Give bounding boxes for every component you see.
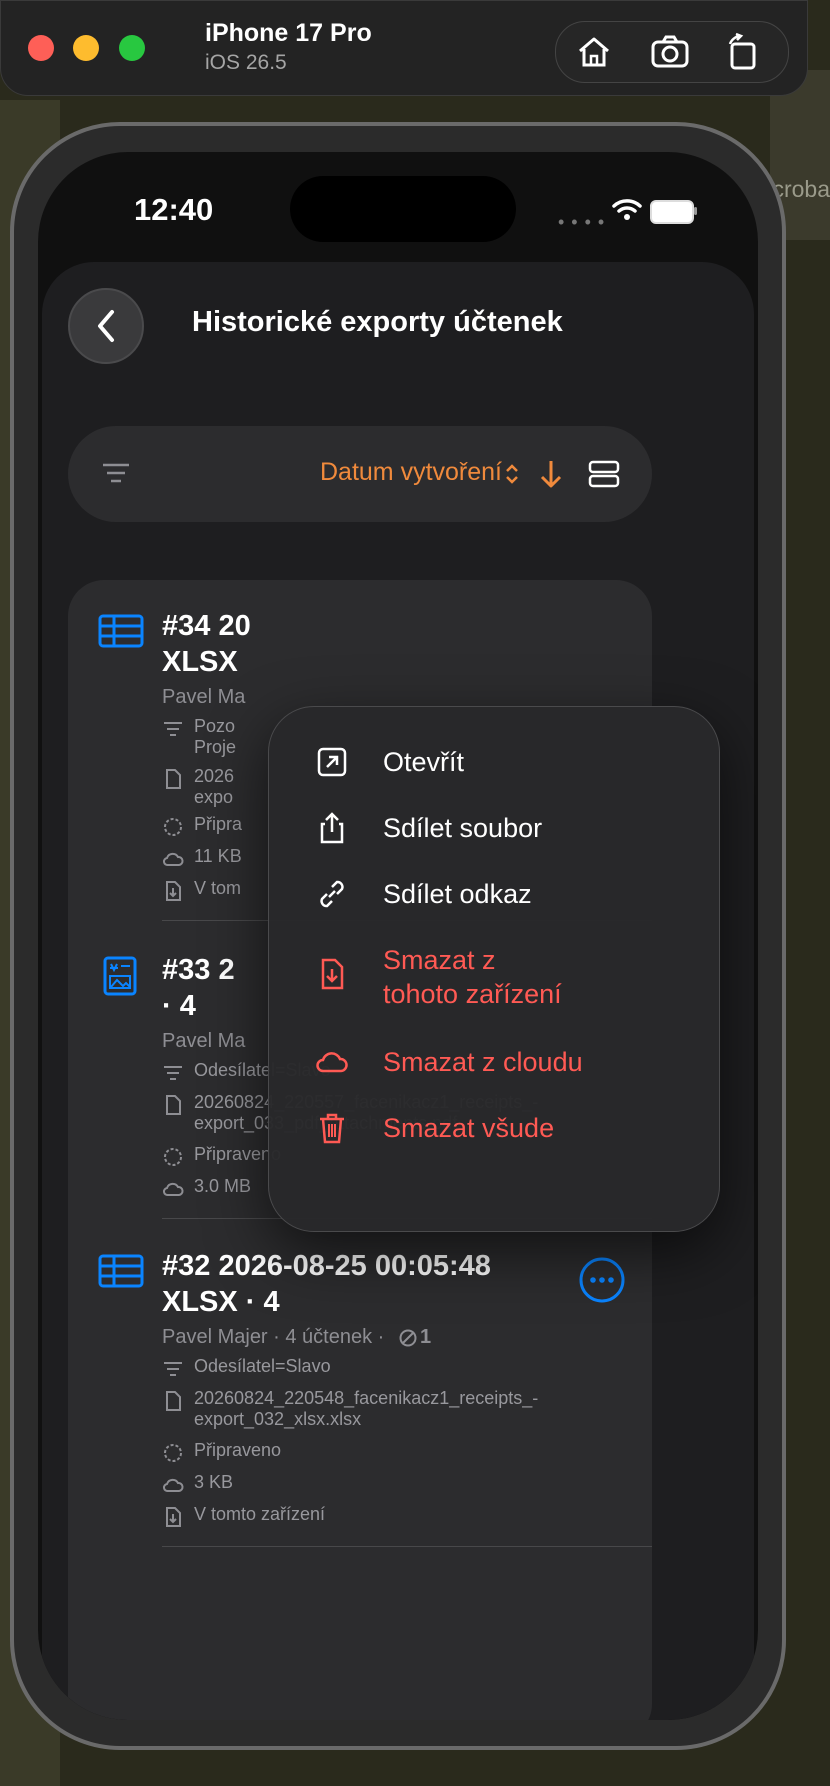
page-title: Historické exporty účtenek xyxy=(192,306,563,338)
export-status: Připra xyxy=(194,814,243,834)
attachment-count-icon xyxy=(399,1329,417,1347)
wifi-icon xyxy=(612,199,642,220)
menu-item-share-file[interactable]: Sdílet soubor xyxy=(269,797,719,863)
iphone-frame: 12:40 • • • • Historické exporty účtenek xyxy=(10,122,786,1750)
pdf-attachment-icon xyxy=(103,956,137,996)
export-title[interactable]: #33 2 xyxy=(162,952,235,988)
menu-item-label: Smazat z cloudu xyxy=(383,1047,583,1077)
filter-icon xyxy=(164,722,182,736)
export-filename-2: export_032_xlsx.xlsx xyxy=(194,1409,362,1429)
menu-item-label: Sdílet soubor xyxy=(383,813,543,843)
status-circle-icon xyxy=(164,818,182,836)
chevron-left-icon xyxy=(98,310,114,342)
export-filename: 2026 xyxy=(194,766,235,786)
iphone-screen: 12:40 • • • • Historické exporty účtenek xyxy=(38,152,758,1720)
export-filter-text: Odesílatel=Slavo xyxy=(194,1356,331,1376)
download-icon xyxy=(166,881,181,901)
export-size: 3.0 MB xyxy=(194,1176,252,1196)
menu-item-open[interactable]: Otevřít xyxy=(269,731,719,797)
menu-item-label-line2: tohoto zařízení xyxy=(383,979,562,1009)
document-icon xyxy=(166,769,181,789)
filter-menu-icon[interactable] xyxy=(102,462,130,484)
context-menu: Otevřít Sdílet soubor Sdílet odkaz Smaza… xyxy=(268,706,720,1232)
filter-icon xyxy=(164,1362,182,1376)
simulator-os-version: iOS 26.5 xyxy=(205,51,287,74)
export-title-format: XLSX · 4 xyxy=(162,1286,280,1318)
trash-icon xyxy=(320,1113,344,1144)
export-size: 3 KB xyxy=(194,1472,234,1492)
export-location: V tom xyxy=(194,878,242,898)
status-circle-icon xyxy=(164,1444,182,1462)
export-status: Připraveno xyxy=(194,1440,282,1460)
battery-icon xyxy=(650,200,694,224)
link-icon xyxy=(320,880,344,908)
cellular-signal-icon: • • • • xyxy=(558,212,606,232)
window-close-button[interactable] xyxy=(28,35,54,61)
document-icon xyxy=(166,1095,181,1115)
rotate-icon[interactable] xyxy=(722,32,762,72)
simulator-toolbar xyxy=(555,21,789,83)
filter-icon xyxy=(164,1066,182,1080)
cloud-icon xyxy=(163,852,184,866)
menu-item-label: Smazat z xyxy=(383,945,496,975)
export-meta: Pavel Ma xyxy=(162,1030,246,1052)
sort-toolbar: Datum vytvoření xyxy=(68,426,652,522)
layout-rows-icon[interactable] xyxy=(588,460,620,488)
menu-item-share-link[interactable]: Sdílet odkaz xyxy=(269,863,719,929)
menu-item-label: Sdílet odkaz xyxy=(383,879,532,909)
more-actions-button[interactable] xyxy=(578,1256,626,1304)
export-title-format: XLSX xyxy=(162,646,238,678)
export-filter-text-2: Proje xyxy=(194,737,237,757)
export-size: 11 KB xyxy=(194,846,242,866)
window-zoom-button[interactable] xyxy=(119,35,145,61)
download-icon xyxy=(166,1507,181,1527)
sort-field-selector[interactable]: Datum vytvoření xyxy=(320,458,502,487)
export-location: V tomto zařízení xyxy=(194,1504,326,1524)
battery-tip xyxy=(694,207,697,215)
menu-item-delete-everywhere[interactable]: Smazat všude xyxy=(269,1097,719,1163)
menu-item-label: Smazat všude xyxy=(383,1113,555,1143)
cloud-icon xyxy=(163,1478,184,1492)
document-icon xyxy=(166,1391,181,1411)
row-separator xyxy=(162,1546,652,1547)
delete-local-file-icon xyxy=(321,958,344,990)
share-icon xyxy=(320,812,344,844)
dynamic-island xyxy=(290,176,516,242)
export-filename: 20260824_220548_facenikacz1_receipts_- xyxy=(194,1388,539,1408)
spreadsheet-icon xyxy=(98,1254,144,1288)
status-circle-icon xyxy=(164,1148,182,1166)
export-title[interactable]: #34 20 xyxy=(162,608,251,644)
export-meta: Pavel Ma xyxy=(162,686,246,708)
export-filename-2: expo xyxy=(194,787,234,807)
export-filter-text: Pozo xyxy=(194,716,236,736)
export-title-format: · 4 xyxy=(162,990,196,1022)
status-time: 12:40 xyxy=(134,192,214,227)
back-button[interactable] xyxy=(68,288,144,364)
chevron-up-down-icon xyxy=(506,464,518,484)
screenshot-icon[interactable] xyxy=(650,32,690,72)
cloud-delete-icon xyxy=(316,1052,348,1073)
simulator-title-bar: iPhone 17 Pro iOS 26.5 xyxy=(0,0,808,96)
export-meta: Pavel Majer · 4 účtenek · xyxy=(162,1326,385,1348)
simulator-device-name: iPhone 17 Pro xyxy=(205,19,372,47)
home-icon[interactable] xyxy=(574,32,614,72)
export-title[interactable]: #32 2026-08-25 00:05:48 xyxy=(162,1248,491,1284)
window-minimize-button[interactable] xyxy=(73,35,99,61)
open-external-icon xyxy=(317,747,347,777)
cloud-icon xyxy=(163,1182,184,1196)
spreadsheet-icon xyxy=(98,614,144,648)
menu-item-delete-cloud[interactable]: Smazat z cloudu xyxy=(269,1031,719,1097)
menu-item-delete-local[interactable]: Smazat z tohoto zařízení xyxy=(269,929,719,1029)
sort-direction-arrow-down-icon[interactable] xyxy=(538,458,564,490)
menu-item-label: Otevřít xyxy=(383,747,465,777)
export-attachment-count: 1 xyxy=(420,1326,432,1348)
